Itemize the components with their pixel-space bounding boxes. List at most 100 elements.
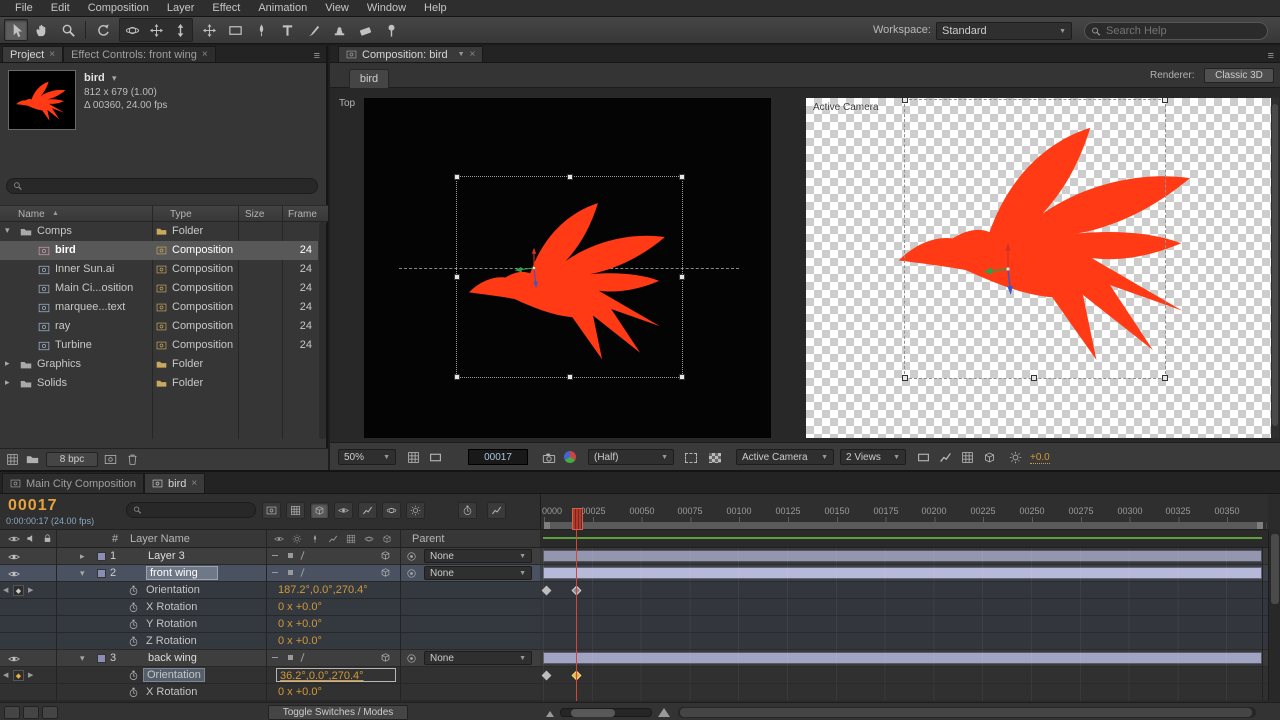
column-name[interactable]: Name [18, 209, 45, 220]
exposure-value[interactable]: +0.0 [1030, 452, 1050, 464]
timeline-zoom-slider[interactable] [560, 708, 652, 717]
eye-icon[interactable] [8, 568, 20, 580]
timeline-button-icon[interactable] [958, 449, 976, 466]
brush-tool-button[interactable] [301, 19, 325, 41]
parent-pickwhip-icon[interactable] [406, 551, 417, 562]
project-row[interactable]: Inner Sun.ai Composition 24 [0, 260, 318, 279]
tab-main-city-composition[interactable]: Main City Composition [2, 473, 145, 493]
expand-transfer-controls-button[interactable] [23, 706, 39, 719]
layer-duration-bar[interactable] [543, 567, 1262, 579]
stopwatch-icon[interactable] [128, 670, 139, 681]
tab-bird-timeline[interactable]: bird × [144, 473, 206, 493]
track-xy-camera-tool-button[interactable] [144, 19, 168, 41]
collapse-switch[interactable] [288, 655, 293, 660]
project-search-input[interactable] [26, 180, 311, 192]
expand-arrow-icon[interactable]: ▸ [80, 551, 85, 562]
pan-behind-tool-button[interactable] [197, 19, 221, 41]
menu-file[interactable]: File [6, 1, 42, 15]
column-size[interactable]: Size [245, 209, 264, 220]
threed-switch[interactable] [380, 652, 391, 663]
timeline-vscrollbar-thumb[interactable] [1271, 534, 1279, 604]
interpret-footage-icon[interactable] [6, 453, 19, 466]
timeline-hscrollbar-thumb[interactable] [680, 708, 1252, 717]
parent-pickwhip-icon[interactable] [406, 653, 417, 664]
reset-exposure-icon[interactable] [1006, 449, 1024, 466]
selection-handle[interactable] [1162, 98, 1168, 103]
auto-keyframe-icon[interactable] [458, 502, 477, 519]
comp-flowchart-icon[interactable] [980, 449, 998, 466]
project-item-name[interactable]: Main Ci...osition [55, 282, 133, 294]
timeline-ruler[interactable]: 0000 00025 00050 00075 00100 00125 00150… [540, 494, 1268, 530]
menu-help[interactable]: Help [415, 1, 456, 15]
timeline-layer-row[interactable]: ▸ 1 Layer 3 None ▼ [0, 548, 1268, 565]
hide-shy-layers-icon[interactable] [334, 502, 353, 519]
property-name[interactable]: Orientation [143, 668, 205, 682]
help-search-box[interactable] [1084, 22, 1268, 40]
timeline-vscrollbar[interactable] [1268, 530, 1280, 701]
stopwatch-icon[interactable] [128, 602, 139, 613]
parent-pickwhip-icon[interactable] [406, 568, 417, 579]
add-keyframe-box[interactable]: ◆ [13, 585, 24, 596]
property-value[interactable]: 0 x +0.0° [278, 635, 322, 647]
property-value-edit-field[interactable]: 36.2°,0.0°,270.4° [276, 668, 396, 682]
project-row[interactable]: marquee...text Composition 24 [0, 298, 318, 317]
property-value[interactable]: 187.2°,0.0°,270.4° [278, 584, 368, 596]
zoom-out-mountain-icon[interactable] [546, 711, 554, 717]
layer-color-chip[interactable] [97, 569, 106, 578]
current-time-indicator-line[interactable] [576, 530, 577, 701]
column-type[interactable]: Type [170, 209, 192, 220]
selection-handle[interactable] [679, 174, 685, 180]
eye-icon[interactable] [8, 653, 20, 665]
graph-editor-icon[interactable] [487, 502, 506, 519]
keyframe[interactable] [541, 585, 552, 596]
tab-composition-bird[interactable]: Composition: bird ▼ × [338, 46, 484, 62]
selection-handle[interactable] [902, 98, 908, 103]
project-row[interactable]: ray Composition 24 [0, 317, 318, 336]
camera-view-dropdown[interactable]: Active Camera ▼ [736, 449, 834, 465]
timeline-search-input[interactable] [145, 504, 249, 516]
tab-effect-controls[interactable]: Effect Controls: front wing × [63, 46, 216, 62]
rotation-tool-button[interactable] [91, 19, 115, 41]
project-item-name[interactable]: Comps [37, 225, 72, 237]
type-tool-button[interactable] [275, 19, 299, 41]
axis-gizmo-icon[interactable] [980, 241, 1036, 297]
next-keyframe-icon[interactable]: ▶ [28, 671, 33, 679]
timeline-property-row[interactable]: ◀ ◆ ▶ Orientation 36.2°,0.0°,270.4° [0, 667, 1268, 684]
expand-av-features-button[interactable] [4, 706, 20, 719]
item-flyout-icon[interactable]: ▾ [112, 73, 117, 84]
axis-gizmo-icon[interactable] [512, 246, 556, 290]
motion-blur-icon[interactable] [382, 502, 401, 519]
frame-blending-icon[interactable] [358, 502, 377, 519]
chevron-down-icon[interactable]: ▼ [458, 51, 465, 58]
timeline-hscrollbar[interactable] [678, 707, 1256, 718]
selection-handle[interactable] [679, 374, 685, 380]
menu-edit[interactable]: Edit [42, 1, 79, 15]
property-value[interactable]: 0 x +0.0° [278, 686, 322, 698]
selection-handle[interactable] [902, 375, 908, 381]
brainstorm-icon[interactable] [406, 502, 425, 519]
panel-menu-icon[interactable]: ≡ [308, 50, 326, 62]
transparency-grid-icon[interactable] [706, 449, 724, 466]
property-value[interactable]: 36.2°,0.0°,270.4° [280, 670, 364, 682]
layer-selection-box[interactable] [454, 174, 685, 380]
hand-tool-button[interactable] [30, 19, 54, 41]
menu-effect[interactable]: Effect [203, 1, 249, 15]
project-row[interactable]: Turbine Composition 24 [0, 336, 318, 355]
top-view-viewport[interactable] [364, 98, 771, 438]
selection-handle[interactable] [567, 174, 573, 180]
expand-arrow-icon[interactable]: ▾ [5, 225, 10, 236]
timeline-property-row[interactable]: X Rotation 0 x +0.0° [0, 684, 1268, 701]
quality-switch[interactable] [300, 653, 305, 662]
region-of-interest-icon[interactable] [682, 449, 700, 466]
collapse-arrow-icon[interactable]: ▾ [80, 653, 85, 664]
clone-stamp-tool-button[interactable] [327, 19, 351, 41]
project-item-name[interactable]: Turbine [55, 339, 92, 351]
eraser-tool-button[interactable] [353, 19, 377, 41]
project-row[interactable]: ▸ Graphics Folder [0, 355, 318, 374]
selection-handle[interactable] [679, 274, 685, 280]
quality-switch[interactable] [300, 551, 305, 560]
shy-switch[interactable] [272, 555, 278, 556]
close-icon[interactable]: × [191, 478, 197, 489]
magnification-dropdown[interactable]: 50% ▼ [338, 449, 396, 465]
stopwatch-icon[interactable] [128, 619, 139, 630]
